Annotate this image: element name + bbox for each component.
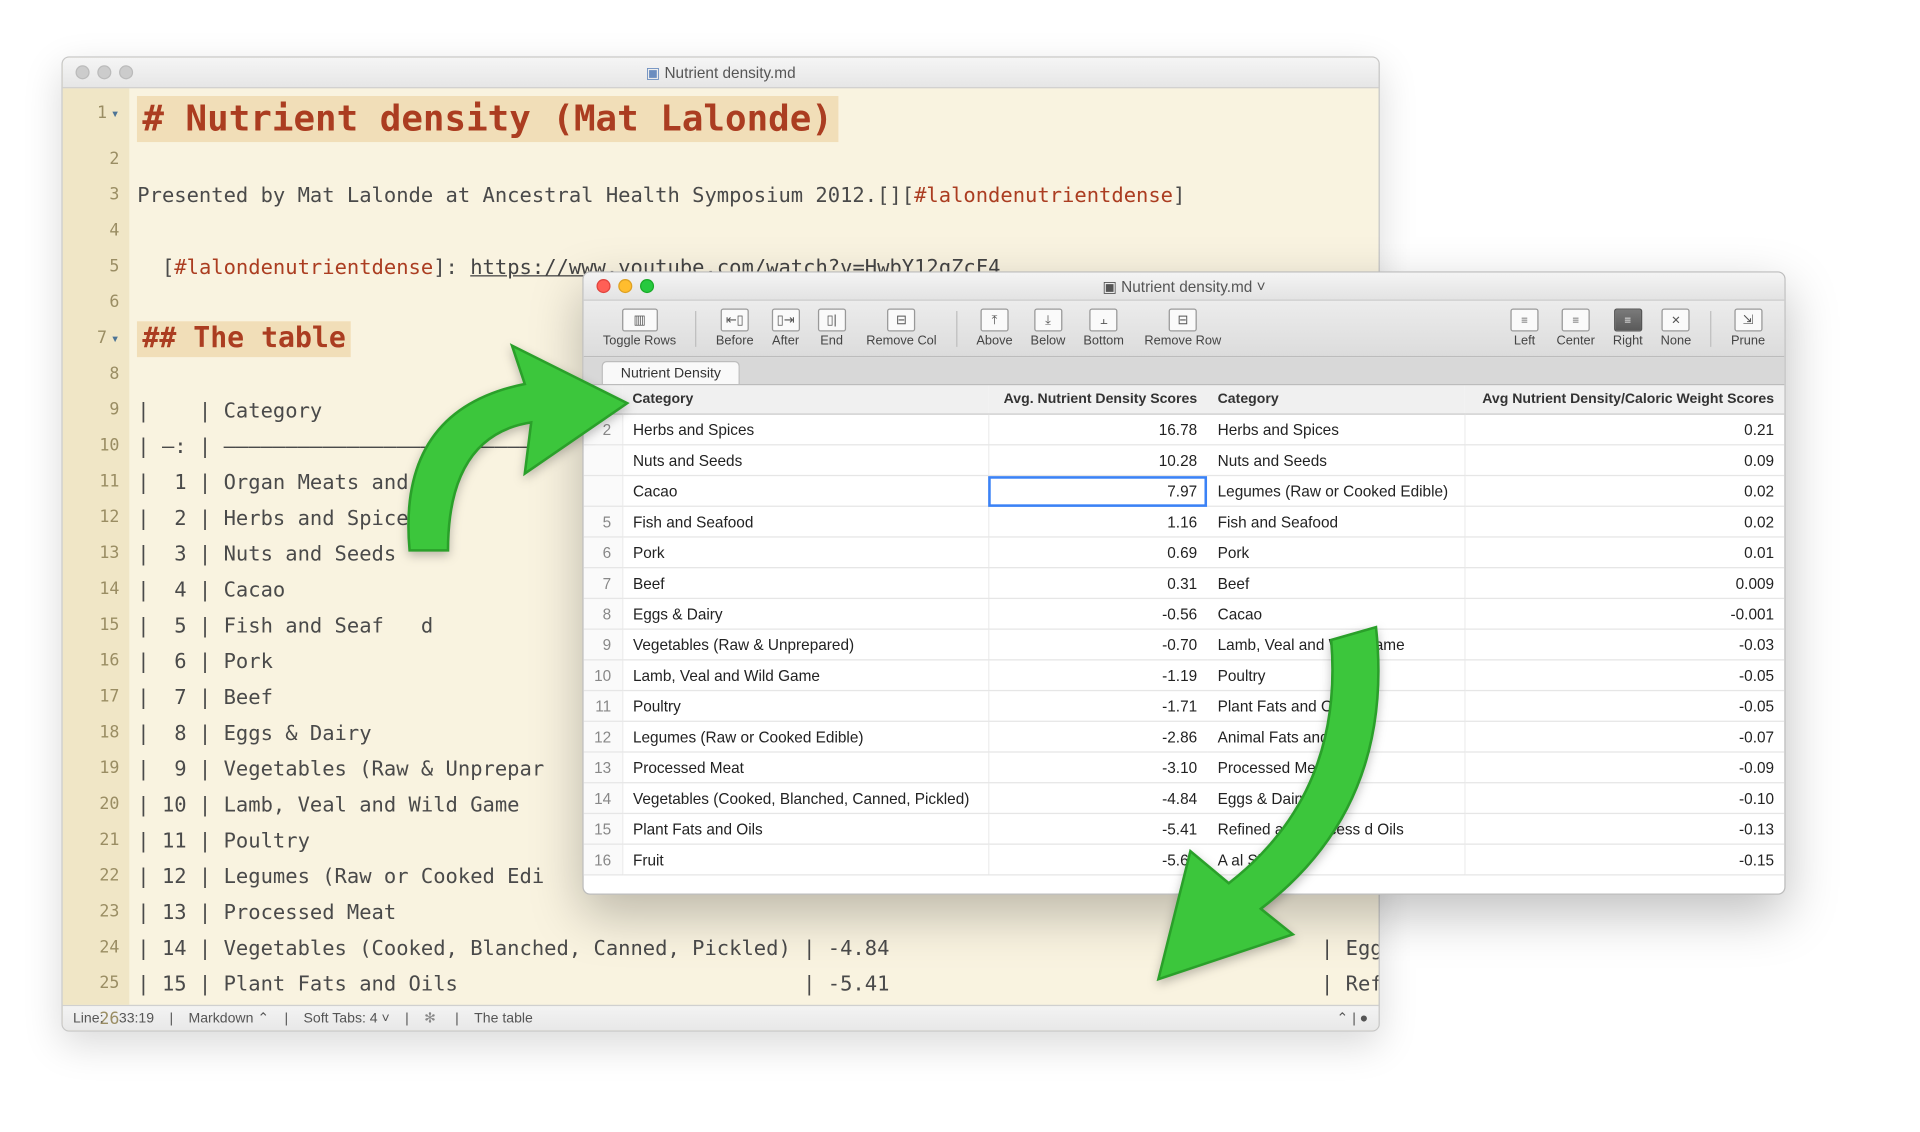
table-row[interactable]: 11Poultry-1.71Plant Fats and Oils-0.05 <box>584 691 1785 722</box>
status-bar: Line: 33:19 | Markdown ⌃ | Soft Tabs: 4 … <box>63 1005 1379 1031</box>
table-row[interactable]: 8Eggs & Dairy-0.56Cacao-0.001 <box>584 598 1785 629</box>
col-score-1[interactable]: Avg. Nutrient Density Scores <box>989 385 1208 414</box>
col-category-2[interactable]: Category <box>1207 385 1464 414</box>
col-before-button[interactable]: ⇤▯Before <box>709 306 760 351</box>
col-score-2[interactable]: Avg Nutrient Density/Caloric Weight Scor… <box>1465 385 1785 414</box>
toggle-rows-button[interactable]: ▥Toggle Rows <box>596 306 682 351</box>
table-row[interactable]: 12Legumes (Raw or Cooked Edible)-2.86Ani… <box>584 721 1785 752</box>
table-editor-window: ▣ Nutrient density.md ˅ ▥Toggle Rows ⇤▯B… <box>582 271 1785 894</box>
row-below-button[interactable]: ⤓Below <box>1024 306 1072 351</box>
align-left-button[interactable]: ≡Left <box>1504 306 1545 351</box>
remove-col-button[interactable]: ⊟Remove Col <box>860 306 943 351</box>
row-above-button[interactable]: ⤒Above <box>970 306 1019 351</box>
table-row[interactable]: 5Fish and Seafood1.16Fish and Seafood0.0… <box>584 506 1785 537</box>
table-row[interactable]: Cacao7.97Legumes (Raw or Cooked Edible)0… <box>584 476 1785 507</box>
status-line-label: Line: <box>73 1011 104 1026</box>
status-section[interactable]: The table <box>474 1011 533 1026</box>
table-row[interactable]: Nuts and Seeds10.28Nuts and Seeds0.09 <box>584 445 1785 476</box>
prune-button[interactable]: ⇲Prune <box>1725 306 1772 351</box>
line-gutter: 1234567891011121314151617181920212223242… <box>63 88 130 1004</box>
status-tabs[interactable]: Soft Tabs: 4 ˅ <box>304 1011 390 1026</box>
toolbar: ▥Toggle Rows ⇤▯Before ▯⇥After ▯|End ⊟Rem… <box>584 301 1785 357</box>
table-row[interactable]: 2Herbs and Spices16.78Herbs and Spices0.… <box>584 414 1785 445</box>
status-lang[interactable]: Markdown ⌃ <box>188 1010 269 1027</box>
col-index[interactable] <box>584 385 622 414</box>
align-none-button[interactable]: ✕None <box>1654 306 1697 351</box>
window-title: ▣ Nutrient density.md <box>63 63 1379 81</box>
table-titlebar[interactable]: ▣ Nutrient density.md ˅ <box>584 273 1785 301</box>
table-row[interactable]: 10Lamb, Veal and Wild Game-1.19Poultry-0… <box>584 660 1785 691</box>
table-row[interactable]: 15Plant Fats and Oils-5.41Refined and Pr… <box>584 813 1785 844</box>
table-row[interactable]: 9Vegetables (Raw & Unprepared)-0.70Lamb,… <box>584 629 1785 660</box>
tab-strip: Nutrient Density <box>584 357 1785 385</box>
table-row[interactable]: 13Processed Meat-3.10Processed Meat-0.09 <box>584 752 1785 783</box>
table-row[interactable]: 6Pork0.69Pork0.01 <box>584 537 1785 568</box>
status-indicator: ⌃ | ● <box>1337 1010 1369 1027</box>
table-row[interactable]: 16Fruit-5.62A al Skin and-0.15 <box>584 844 1785 875</box>
align-center-button[interactable]: ≡Center <box>1550 306 1601 351</box>
table-row[interactable]: 7Beef0.31Beef0.009 <box>584 568 1785 599</box>
table-row[interactable]: 14Vegetables (Cooked, Blanched, Canned, … <box>584 783 1785 814</box>
align-right-button[interactable]: ≡Right <box>1606 306 1649 351</box>
tab-nutrient-density[interactable]: Nutrient Density <box>602 361 741 384</box>
gear-icon[interactable] <box>424 1010 440 1027</box>
row-bottom-button[interactable]: ⫠Bottom <box>1077 306 1130 351</box>
remove-row-button[interactable]: ⊟Remove Row <box>1138 306 1228 351</box>
editor-titlebar[interactable]: ▣ Nutrient density.md <box>63 58 1379 89</box>
col-after-button[interactable]: ▯⇥After <box>765 306 806 351</box>
window-title: ▣ Nutrient density.md ˅ <box>584 277 1785 295</box>
data-grid[interactable]: Category Avg. Nutrient Density Scores Ca… <box>584 385 1785 875</box>
col-end-button[interactable]: ▯|End <box>811 306 852 351</box>
status-pos: 33:19 <box>119 1011 154 1026</box>
col-category-1[interactable]: Category <box>622 385 988 414</box>
